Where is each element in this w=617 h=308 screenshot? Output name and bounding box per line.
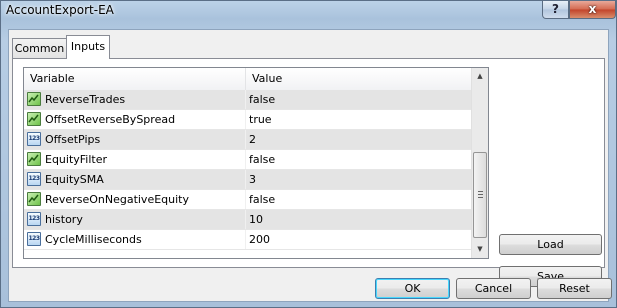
column-header-variable[interactable]: Variable [24, 68, 246, 90]
variable-name: ReverseTrades [45, 93, 126, 106]
scroll-up-arrow-icon[interactable]: ▲ [472, 68, 488, 84]
variable-name: OffsetPips [45, 133, 101, 146]
table-row[interactable]: 123 OffsetPips 2 [24, 130, 471, 150]
window-title: AccountExport-EA [6, 3, 114, 17]
bool-icon [27, 92, 41, 106]
table-row[interactable]: OffsetReverseBySpread true [24, 110, 471, 130]
value-cell[interactable]: 2 [246, 130, 471, 149]
close-button[interactable]: x [569, 1, 616, 19]
help-button[interactable]: ? [542, 1, 569, 19]
variable-cell[interactable]: 123 history [24, 210, 246, 229]
variable-cell[interactable]: ReverseOnNegativeEquity [24, 190, 246, 209]
variable-cell[interactable]: EquityFilter [24, 150, 246, 169]
variable-name: OffsetReverseBySpread [45, 113, 176, 126]
variable-name: ReverseOnNegativeEquity [45, 193, 189, 206]
variable-cell[interactable]: 123 CycleMilliseconds [24, 230, 246, 249]
reset-button[interactable]: Reset [537, 278, 612, 299]
grid-rows: ReverseTrades false OffsetReverseBySpread t… [24, 90, 471, 250]
variable-cell[interactable]: OffsetReverseBySpread [24, 110, 246, 129]
number-icon: 123 [27, 172, 41, 186]
value-cell[interactable]: true [246, 110, 471, 129]
value-cell[interactable]: false [246, 190, 471, 209]
value-cell[interactable]: 10 [246, 210, 471, 229]
value-cell[interactable]: false [246, 90, 471, 109]
vertical-scrollbar[interactable]: ▲ ▼ [471, 68, 488, 258]
title-bar[interactable]: AccountExport-EA ? x [1, 1, 616, 23]
table-row[interactable]: ReverseTrades false [24, 90, 471, 110]
scroll-thumb[interactable] [473, 152, 487, 238]
number-icon: 123 [27, 212, 41, 226]
variable-name: CycleMilliseconds [45, 233, 142, 246]
dialog-window: AccountExport-EA ? x Common Inputs Varia… [0, 0, 617, 308]
table-row[interactable]: EquityFilter false [24, 150, 471, 170]
variable-cell[interactable]: 123 EquitySMA [24, 170, 246, 189]
bool-icon [27, 192, 41, 206]
grid-header: Variable Value [24, 68, 471, 91]
table-row[interactable]: 123 history 10 [24, 210, 471, 230]
variable-name: history [45, 213, 83, 226]
variable-cell[interactable]: 123 OffsetPips [24, 130, 246, 149]
number-icon: 123 [27, 232, 41, 246]
tab-inputs[interactable]: Inputs [66, 35, 110, 59]
cancel-button[interactable]: Cancel [456, 278, 531, 299]
load-button[interactable]: Load [499, 234, 602, 255]
grip-icon [478, 191, 483, 198]
table-row[interactable]: 123 CycleMilliseconds 200 [24, 230, 471, 250]
value-cell[interactable]: 3 [246, 170, 471, 189]
inputs-panel: Variable Value ReverseTrades false OffsetR… [12, 58, 605, 287]
bool-icon [27, 112, 41, 126]
value-cell[interactable]: 200 [246, 230, 471, 249]
table-row[interactable]: ReverseOnNegativeEquity false [24, 190, 471, 210]
value-cell[interactable]: false [246, 150, 471, 169]
bool-icon [27, 152, 41, 166]
variable-name: EquityFilter [45, 153, 108, 166]
table-row[interactable]: 123 EquitySMA 3 [24, 170, 471, 190]
inputs-grid: Variable Value ReverseTrades false OffsetR… [23, 67, 489, 259]
scroll-down-arrow-icon[interactable]: ▼ [472, 241, 488, 257]
ok-button[interactable]: OK [375, 278, 450, 299]
column-header-value[interactable]: Value [246, 68, 471, 90]
dialog-client-area: Common Inputs Variable Value ReverseTrad… [8, 29, 612, 302]
number-icon: 123 [27, 132, 41, 146]
tab-common[interactable]: Common [12, 38, 67, 58]
variable-cell[interactable]: ReverseTrades [24, 90, 246, 109]
variable-name: EquitySMA [45, 173, 104, 186]
